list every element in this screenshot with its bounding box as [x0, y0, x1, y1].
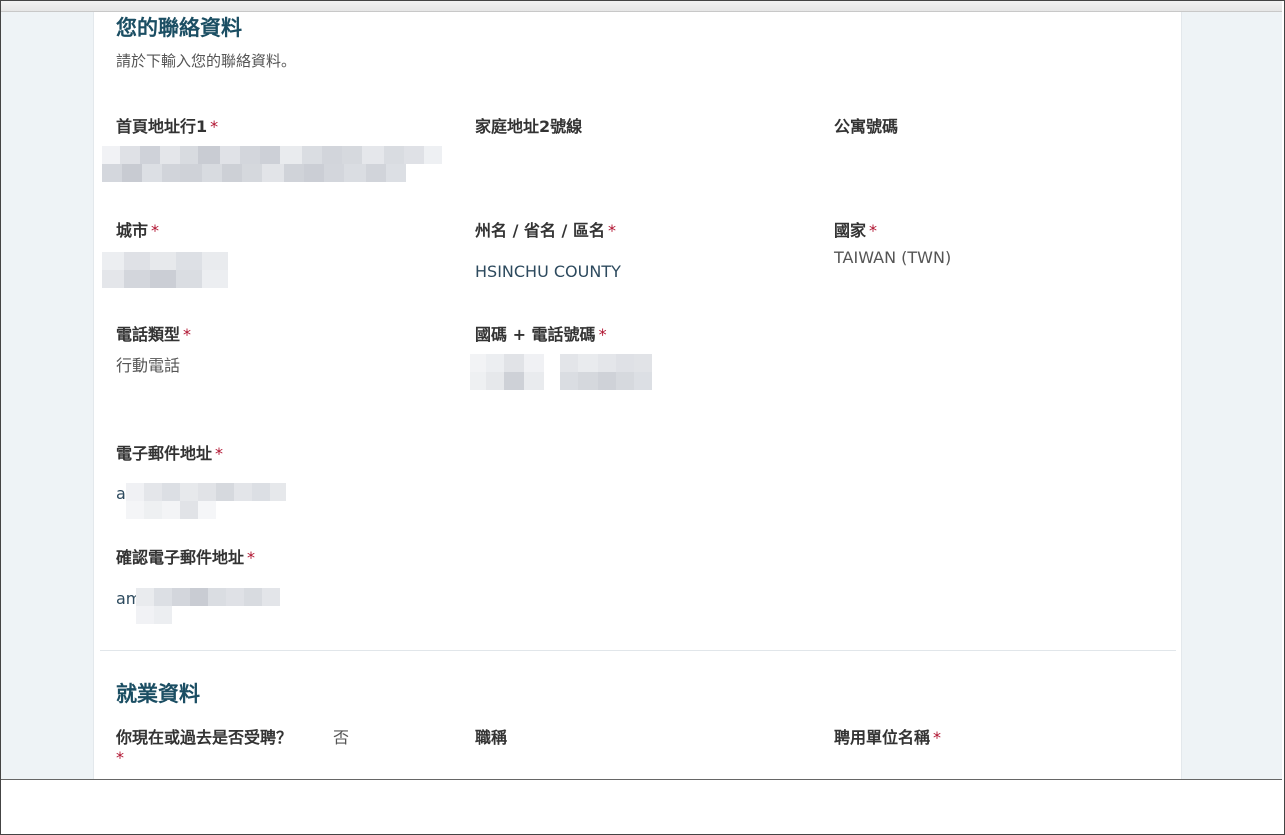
phone-type-value: 行動電話 [116, 356, 181, 375]
country-label: 國家 * [834, 217, 877, 241]
top-toolbar-strip [1, 1, 1282, 12]
employed-value: 否 [333, 728, 350, 747]
city-label: 城市 * [116, 217, 159, 241]
bottom-blank-area [1, 779, 1282, 834]
required-marker: * [933, 728, 942, 747]
required-marker: * [869, 221, 878, 240]
state-value: HSINCHU COUNTY [475, 262, 621, 281]
email-label: 電子郵件地址 * [116, 440, 223, 464]
contact-section-subtitle: 請於下輸入您的聯絡資料。 [116, 52, 297, 70]
employment-section-title: 就業資料 [116, 682, 200, 706]
city-value-redacted [102, 252, 228, 288]
email-confirm-label: 確認電子郵件地址 * [116, 544, 255, 568]
employer-label: 聘用單位名稱 * [834, 724, 941, 748]
country-value: TAIWAN (TWN) [834, 248, 952, 267]
address2-label: 家庭地址2號線 [475, 117, 583, 136]
email-confirm-value-redacted [136, 588, 280, 624]
page-viewport[interactable]: 您的聯絡資料 請於下輸入您的聯絡資料。 首頁地址行1 * 家庭地址2號線 公寓號碼… [1, 12, 1282, 779]
phone-number-label: 國碼 + 電話號碼 * [475, 321, 607, 345]
job-title-label: 職稱 [475, 728, 508, 747]
required-marker: * [247, 548, 256, 567]
email-confirm-label-text: 確認電子郵件地址 [116, 548, 245, 567]
state-label: 州名 / 省名 / 區名 * [475, 217, 616, 241]
address1-value-redacted [102, 146, 444, 182]
email-label-text: 電子郵件地址 [116, 444, 213, 463]
phone-number-label-text: 國碼 + 電話號碼 [475, 325, 596, 344]
required-marker: * [607, 221, 616, 240]
address1-label-text: 首頁地址行1 [116, 117, 208, 136]
employed-label: 你現在或過去是否受聘？ [116, 728, 293, 747]
employed-required-marker: * [116, 748, 124, 767]
phone-type-label-text: 電話類型 [116, 325, 181, 344]
phone-type-label: 電話類型 * [116, 321, 191, 345]
form-card: 您的聯絡資料 請於下輸入您的聯絡資料。 首頁地址行1 * 家庭地址2號線 公寓號碼… [93, 12, 1182, 779]
city-label-text: 城市 [116, 221, 149, 240]
apartment-label: 公寓號碼 [834, 117, 899, 136]
required-marker: * [151, 221, 160, 240]
required-marker: * [598, 325, 607, 344]
required-marker: * [215, 444, 224, 463]
email-value-redacted [126, 483, 286, 519]
phone-number-redacted [560, 354, 652, 390]
address1-label: 首頁地址行1 * [116, 113, 218, 137]
phone-code-redacted [470, 354, 544, 390]
contact-section-title: 您的聯絡資料 [116, 16, 242, 40]
required-marker: * [183, 325, 192, 344]
section-divider [100, 650, 1176, 651]
country-label-text: 國家 [834, 221, 867, 240]
email-value-prefix: a [116, 484, 126, 503]
employer-label-text: 聘用單位名稱 [834, 728, 931, 747]
required-marker: * [210, 117, 219, 136]
state-label-text: 州名 / 省名 / 區名 [475, 221, 605, 240]
